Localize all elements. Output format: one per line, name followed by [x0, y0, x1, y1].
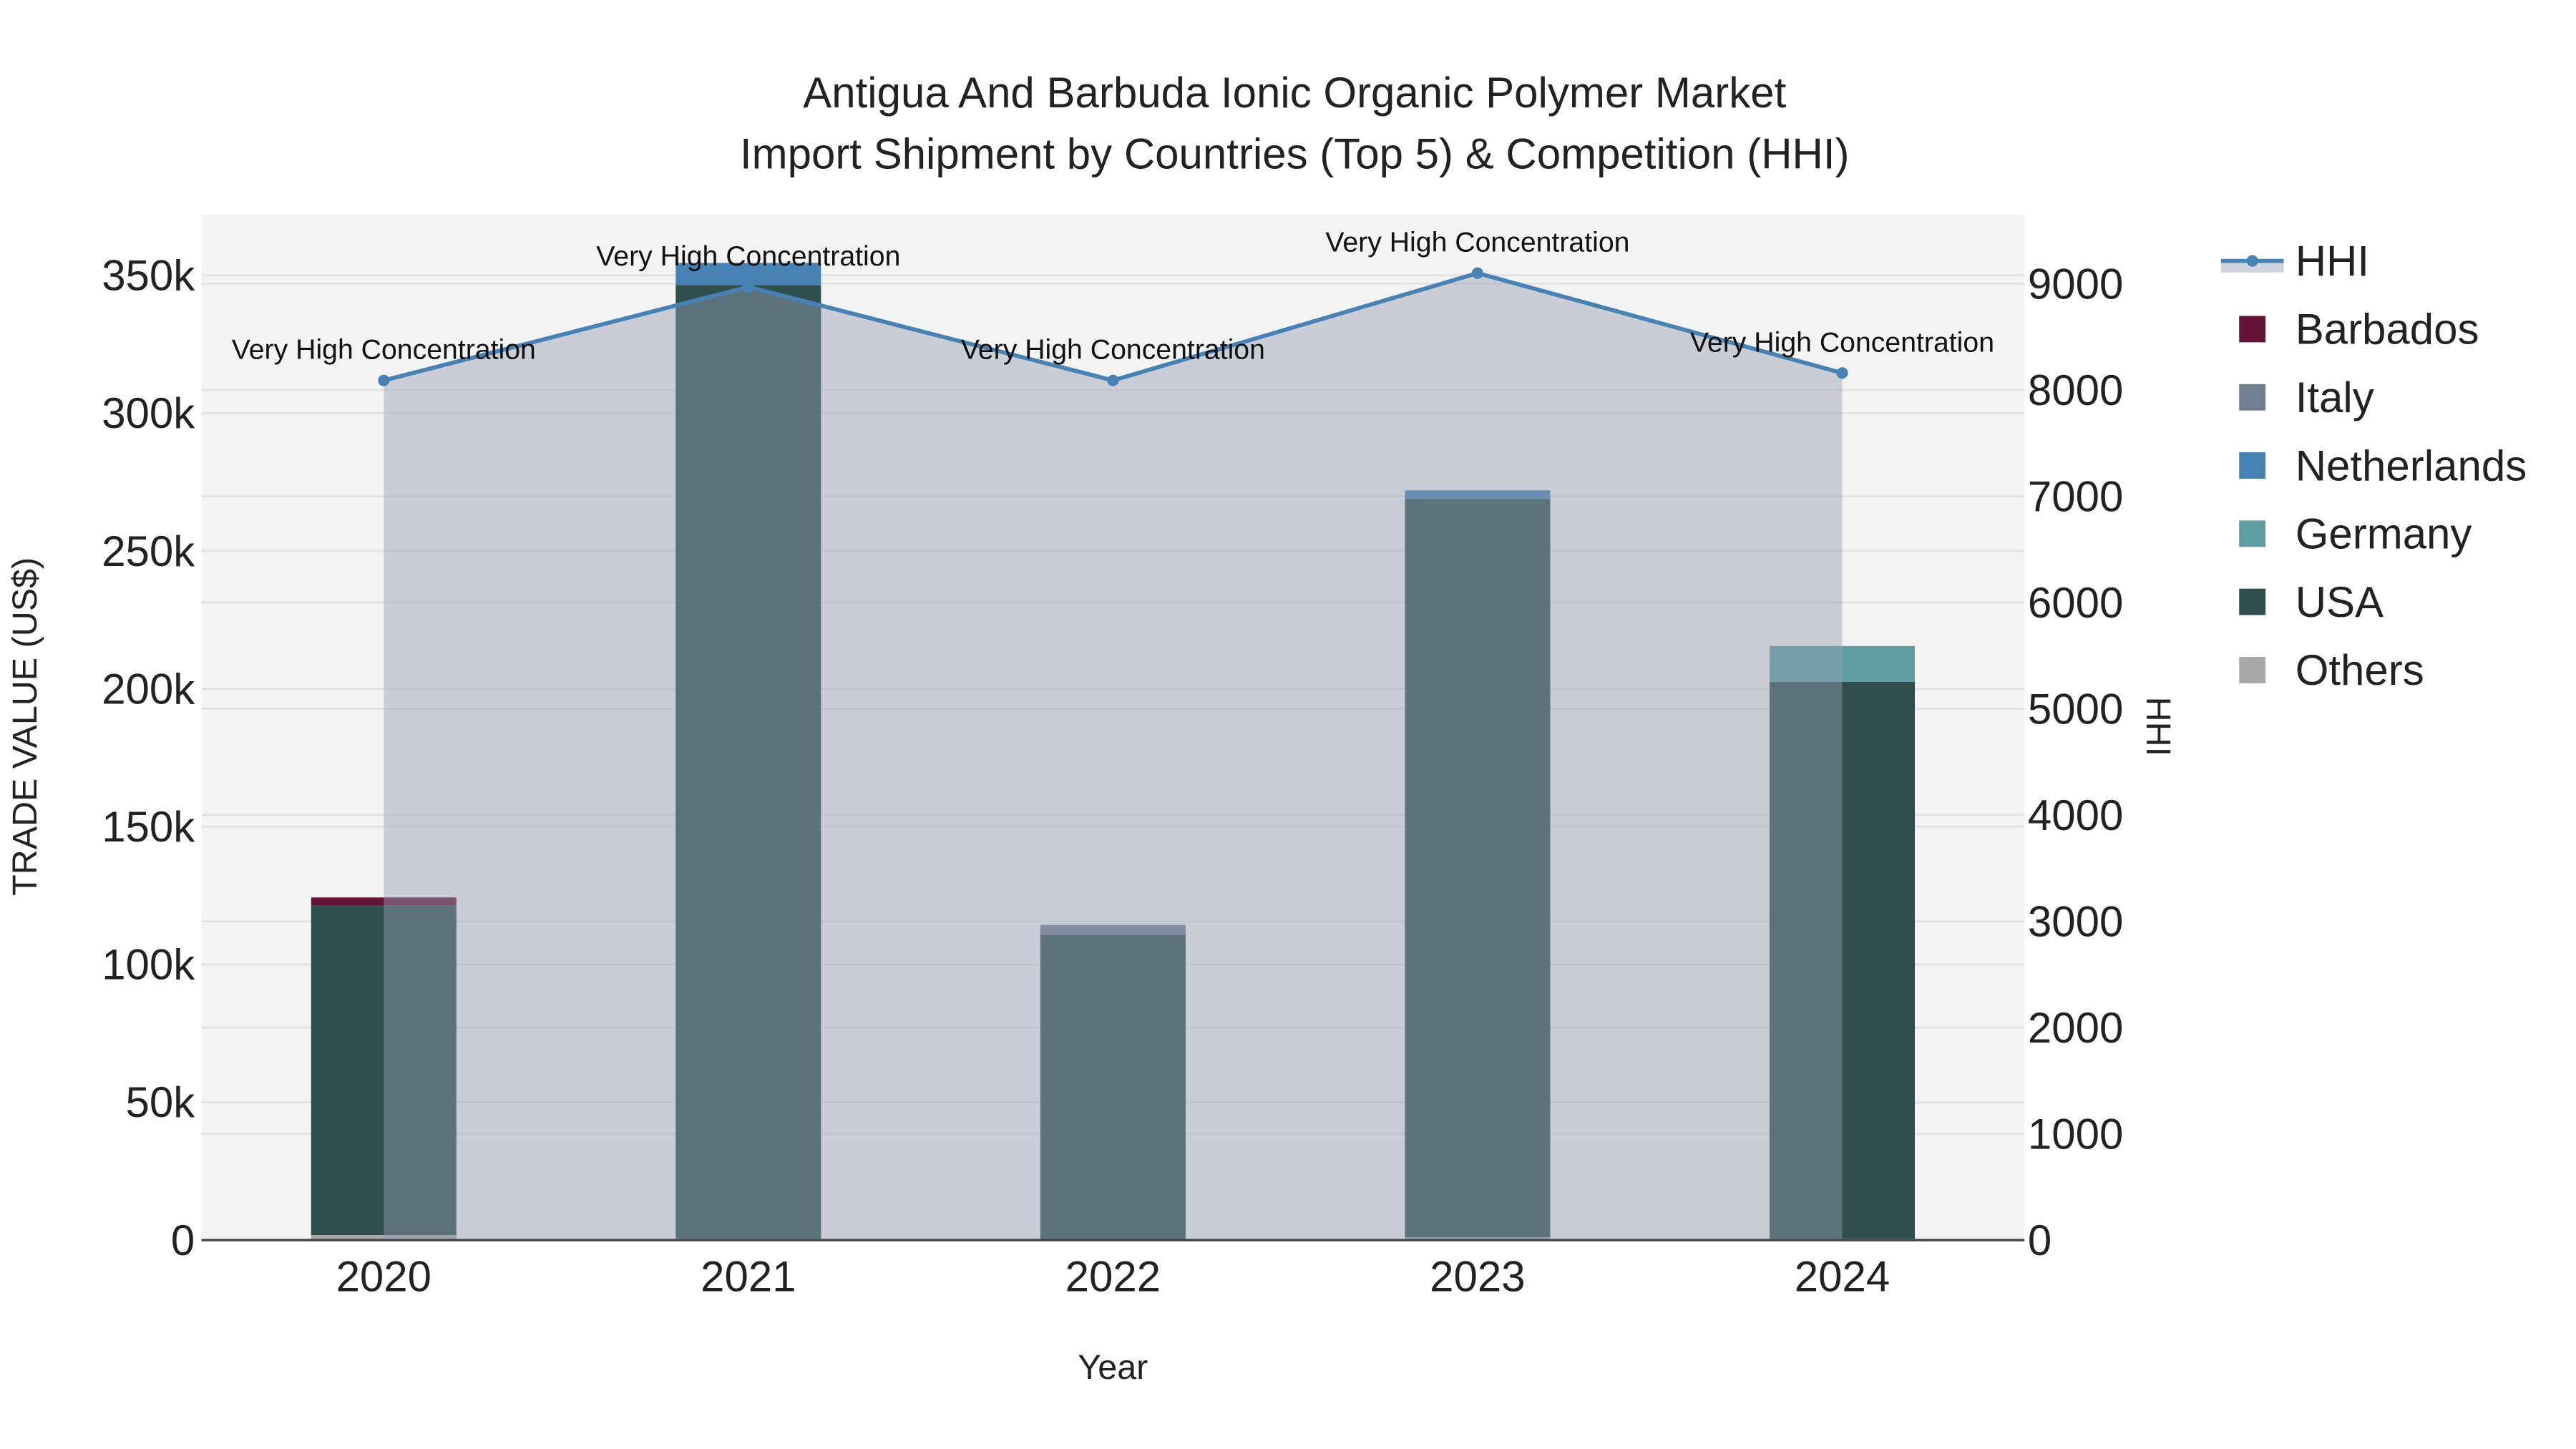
- x-axis-ticks: 2020 2021 2022 2023 2024: [336, 1253, 1890, 1301]
- legend-swatch-others: [2239, 657, 2266, 683]
- x-tick-label: 2022: [1065, 1253, 1161, 1301]
- hhi-annotation: Very High Concentration: [1325, 227, 1629, 258]
- chart: Very High Concentration Very High Concent…: [6, 69, 2527, 1387]
- legend-swatch-germany: [2239, 520, 2266, 547]
- hhi-annotation: Very High Concentration: [961, 334, 1265, 366]
- hhi-point-2021: [742, 280, 754, 293]
- y-tick-label: 100k: [102, 941, 195, 989]
- hhi-series: Very High Concentration Very High Concent…: [232, 227, 1994, 1241]
- y2-tick-label: 1000: [2028, 1110, 2123, 1158]
- legend-label-netherlands: Netherlands: [2296, 441, 2527, 489]
- legend-label-usa: USA: [2296, 578, 2384, 626]
- chart-title-line-1: Antigua And Barbuda Ionic Organic Polyme…: [803, 69, 1786, 117]
- legend-hhi-marker: [2246, 255, 2258, 267]
- legend-swatch-netherlands: [2239, 452, 2266, 479]
- y2-axis-ticks: 0 1000 2000 3000 4000 5000 6000 7000 8000 9000: [2028, 260, 2123, 1264]
- y2-tick-label: 5000: [2028, 685, 2123, 733]
- legend-swatch-barbados: [2239, 316, 2266, 343]
- x-axis-title: Year: [1078, 1348, 1148, 1387]
- x-tick-label: 2024: [1795, 1253, 1890, 1301]
- chart-title-line-2: Import Shipment by Countries (Top 5) & C…: [740, 130, 1850, 177]
- x-tick-label: 2020: [336, 1253, 431, 1301]
- y2-tick-label: 9000: [2028, 260, 2123, 308]
- y-tick-label: 300k: [102, 389, 195, 437]
- legend-label-germany: Germany: [2296, 510, 2472, 558]
- legend-label-barbados: Barbados: [2296, 306, 2479, 353]
- y-tick-label: 200k: [102, 665, 195, 713]
- y-tick-label: 350k: [102, 252, 195, 300]
- y2-tick-label: 3000: [2028, 897, 2123, 945]
- legend-label-others: Others: [2296, 646, 2424, 694]
- y2-tick-label: 4000: [2028, 791, 2123, 839]
- legend-label-hhi: HHI: [2296, 237, 2369, 285]
- y-tick-label: 150k: [102, 803, 195, 851]
- y2-tick-label: 7000: [2028, 472, 2123, 520]
- y-axis-ticks: 0 50k 100k 150k 200k 250k 300k 350k: [102, 252, 195, 1264]
- y-tick-label: 50k: [126, 1078, 196, 1126]
- y-tick-label: 0: [171, 1216, 195, 1264]
- legend-swatch-italy: [2239, 384, 2266, 411]
- hhi-point-2020: [378, 374, 390, 386]
- hhi-area: [384, 273, 1843, 1241]
- y-tick-label: 250k: [102, 527, 195, 575]
- legend: HHI Barbados Italy Netherlands Germany USA Oth…: [2220, 237, 2527, 694]
- x-tick-label: 2021: [701, 1253, 796, 1301]
- hhi-annotation: Very High Concentration: [232, 334, 536, 366]
- hhi-point-2022: [1107, 374, 1119, 386]
- legend-label-italy: Italy: [2296, 374, 2374, 421]
- y2-tick-label: 0: [2028, 1216, 2051, 1264]
- x-tick-label: 2023: [1430, 1253, 1525, 1301]
- hhi-point-2023: [1471, 267, 1483, 279]
- legend-swatch-usa: [2239, 588, 2266, 615]
- hhi-annotation: Very High Concentration: [1690, 326, 1994, 358]
- y2-tick-label: 2000: [2028, 1004, 2123, 1052]
- y2-tick-label: 6000: [2028, 579, 2123, 627]
- y2-tick-label: 8000: [2028, 366, 2123, 414]
- hhi-point-2024: [1836, 367, 1848, 379]
- hhi-annotation: Very High Concentration: [596, 240, 900, 272]
- y-axis-title: TRADE VALUE (US$): [6, 557, 44, 896]
- y2-axis-title: HHI: [2139, 697, 2177, 756]
